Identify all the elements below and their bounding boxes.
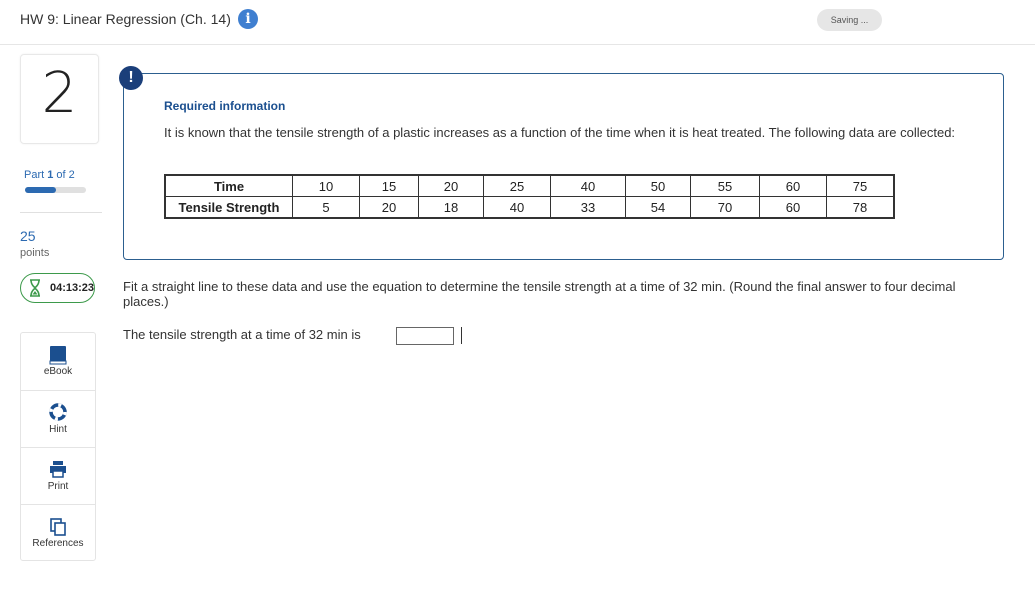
print-button[interactable]: Print: [21, 447, 95, 505]
saving-status-badge: Saving ...: [817, 9, 882, 31]
question-number: 2: [41, 61, 78, 126]
hint-button[interactable]: Hint: [21, 390, 95, 448]
time-cell: 40: [550, 174, 626, 197]
part-indicator: Part 1 of 2: [24, 169, 75, 181]
hint-label: Hint: [49, 424, 67, 435]
time-row-header: Time: [164, 174, 293, 197]
strength-cell: 54: [625, 196, 691, 219]
tool-panel: eBook Hint Print References: [20, 332, 96, 561]
time-cell: 10: [292, 174, 360, 197]
required-information-title: Required information: [164, 99, 286, 113]
part-progress-fill: [25, 187, 56, 193]
points-value: 25: [20, 228, 36, 244]
references-label: References: [32, 538, 84, 549]
text-caret: [461, 327, 462, 344]
print-label: Print: [47, 481, 69, 492]
lifebuoy-icon: [49, 403, 67, 421]
question-number-box: 2: [20, 54, 99, 144]
strength-cell: 78: [826, 196, 895, 219]
top-bar: HW 9: Linear Regression (Ch. 14) i Savin…: [0, 0, 1035, 45]
sidebar-divider: [20, 212, 102, 213]
strength-cell: 5: [292, 196, 360, 219]
required-information-text: It is known that the tensile strength of…: [164, 125, 956, 140]
tensile-strength-row: Tensile Strength 5 20 18 40 33 54 70 60 …: [164, 196, 895, 219]
answer-input[interactable]: [396, 327, 454, 345]
points-label: points: [20, 247, 50, 259]
strength-cell: 70: [690, 196, 760, 219]
strength-cell: 60: [759, 196, 827, 219]
required-information-box: Required information It is known that th…: [123, 73, 1004, 260]
tensile-strength-row-header: Tensile Strength: [164, 196, 293, 219]
ebook-label: eBook: [43, 366, 73, 377]
time-cell: 25: [483, 174, 551, 197]
time-cell: 15: [359, 174, 419, 197]
time-cell: 75: [826, 174, 895, 197]
timer-text: 04:13:23: [50, 282, 95, 294]
part-progress-bar: [25, 187, 86, 193]
strength-cell: 33: [550, 196, 626, 219]
printer-icon: [50, 461, 66, 478]
references-button[interactable]: References: [21, 504, 95, 562]
strength-cell: 20: [359, 196, 419, 219]
time-row: Time 10 15 20 25 40 50 55 60 75: [164, 174, 895, 197]
strength-cell: 18: [418, 196, 484, 219]
answer-prompt: The tensile strength at a time of 32 min…: [123, 327, 361, 342]
time-cell: 50: [625, 174, 691, 197]
time-cell: 20: [418, 174, 484, 197]
ebook-button[interactable]: eBook: [21, 333, 95, 390]
strength-cell: 40: [483, 196, 551, 219]
time-cell: 60: [759, 174, 827, 197]
question-text: Fit a straight line to these data and us…: [123, 279, 956, 309]
assignment-title: HW 9: Linear Regression (Ch. 14): [20, 11, 231, 27]
timer-badge[interactable]: 04:13:23: [20, 273, 95, 303]
data-table: Time 10 15 20 25 40 50 55 60 75 Tensile …: [164, 174, 895, 219]
documents-icon: [50, 518, 66, 536]
time-cell: 55: [690, 174, 760, 197]
info-icon[interactable]: i: [238, 9, 258, 29]
book-icon: [49, 346, 67, 365]
hourglass-icon: [30, 279, 40, 297]
alert-badge: !: [119, 66, 143, 90]
